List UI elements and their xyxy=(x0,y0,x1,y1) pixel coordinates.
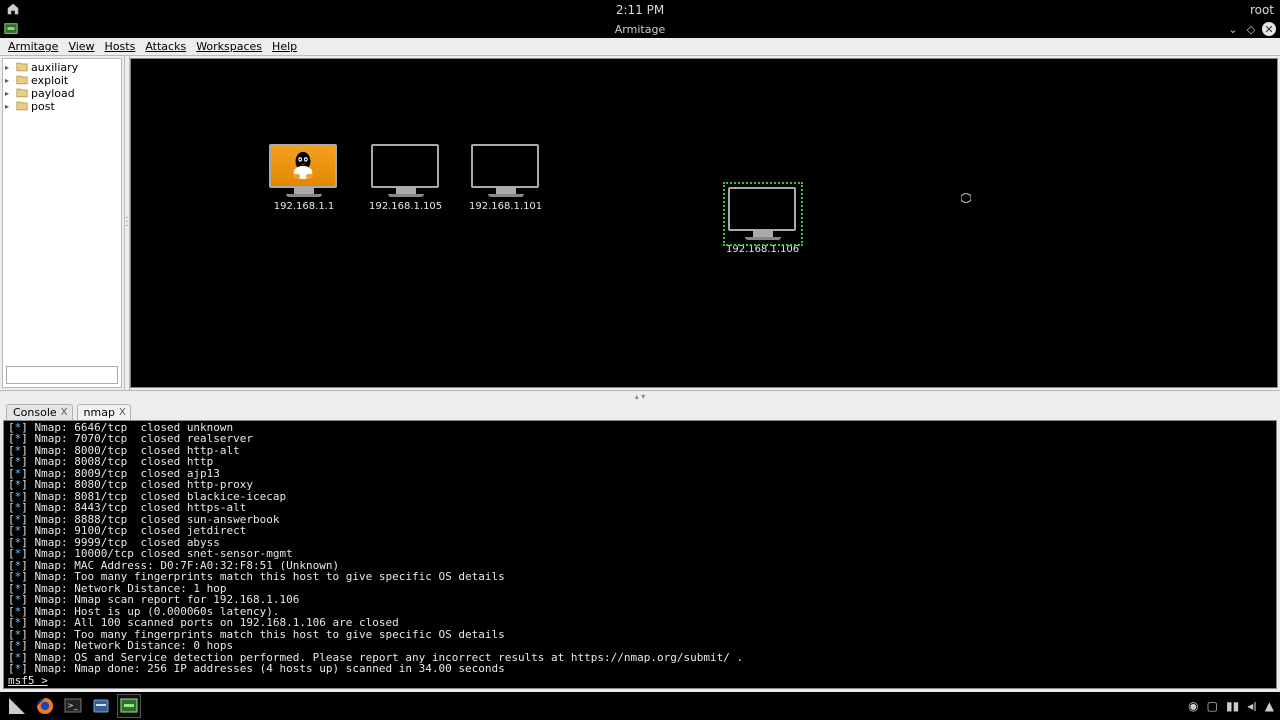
folder-icon xyxy=(16,74,28,88)
show-desktop-button[interactable] xyxy=(6,695,28,717)
tab-console[interactable]: Console X xyxy=(6,404,73,420)
window-titlebar[interactable]: Armitage ⌄ ◇ ✕ xyxy=(0,20,1280,38)
module-search-input[interactable] xyxy=(6,366,118,384)
tree-item-post[interactable]: ▸ post xyxy=(3,100,121,113)
host-canvas[interactable]: 192.168.1.1 192.168.1.105 192.168.1.101 192… xyxy=(130,58,1278,388)
files-launcher[interactable] xyxy=(90,695,112,717)
tab-label: Console xyxy=(13,406,57,419)
volume-tray-icon[interactable]: ◂׀ xyxy=(1247,699,1257,713)
host-node[interactable]: 192.168.1.105 xyxy=(369,144,442,212)
menu-attacks[interactable]: Attacks xyxy=(141,39,190,54)
tree-item-label: payload xyxy=(31,87,75,100)
host-monitor-icon xyxy=(728,187,798,241)
tux-icon xyxy=(289,150,317,183)
console-output[interactable]: [*] Nmap: Not shown: 87 filtered ports [… xyxy=(3,420,1277,689)
folder-icon xyxy=(16,100,28,114)
battery-tray-icon[interactable]: ▮▮ xyxy=(1226,699,1239,713)
armitage-task-button[interactable] xyxy=(118,695,140,717)
tree-expand-icon[interactable]: ▸ xyxy=(5,63,13,72)
host-ip-label: 192.168.1.106 xyxy=(726,244,799,255)
host-ip-label: 192.168.1.101 xyxy=(469,201,542,212)
tab-close-button[interactable]: X xyxy=(119,407,126,418)
vertical-splitter[interactable]: ▴ ▾ xyxy=(0,390,1280,402)
app-icon xyxy=(4,22,18,36)
updates-tray-icon[interactable]: ◉ xyxy=(1188,699,1198,713)
host-monitor-icon xyxy=(471,144,541,198)
console-pane: [*] Nmap: Not shown: 87 filtered ports [… xyxy=(0,420,1280,692)
tree-item-exploit[interactable]: ▸ exploit xyxy=(3,74,121,87)
host-node[interactable]: 192.168.1.101 xyxy=(469,144,542,212)
host-ip-label: 192.168.1.105 xyxy=(369,201,442,212)
firefox-launcher[interactable] xyxy=(34,695,56,717)
tab-label: nmap xyxy=(84,406,115,419)
tree-expand-icon[interactable]: ▸ xyxy=(5,76,13,85)
tree-item-auxiliary[interactable]: ▸ auxiliary xyxy=(3,61,121,74)
host-node[interactable]: 192.168.1.1 xyxy=(269,144,339,212)
hex-marker-icon xyxy=(961,193,971,203)
menu-help[interactable]: Help xyxy=(268,39,301,54)
display-tray-icon[interactable]: ▢ xyxy=(1207,699,1218,713)
host-monitor-icon xyxy=(371,144,441,198)
terminal-launcher[interactable]: >_ xyxy=(62,695,84,717)
tree-item-label: exploit xyxy=(31,74,68,87)
svg-text:>_: >_ xyxy=(67,701,79,710)
module-tree[interactable]: ▸ auxiliary ▸ exploit ▸ payload ▸ post xyxy=(3,59,121,363)
tree-item-payload[interactable]: ▸ payload xyxy=(3,87,121,100)
window-maximize-button[interactable]: ◇ xyxy=(1244,22,1258,36)
user-label[interactable]: root xyxy=(1250,3,1274,17)
menu-view[interactable]: View xyxy=(64,39,98,54)
tab-nmap[interactable]: nmap X xyxy=(77,404,131,420)
tree-expand-icon[interactable]: ▸ xyxy=(5,89,13,98)
host-ip-label: 192.168.1.1 xyxy=(274,201,334,212)
tree-expand-icon[interactable]: ▸ xyxy=(5,102,13,111)
notifications-tray-icon[interactable]: ▲ xyxy=(1265,699,1274,713)
tab-close-button[interactable]: X xyxy=(61,407,68,418)
tree-item-label: auxiliary xyxy=(31,61,78,74)
window-minimize-button[interactable]: ⌄ xyxy=(1226,22,1240,36)
window-title: Armitage xyxy=(615,23,665,36)
host-monitor-icon xyxy=(269,144,339,198)
module-sidebar: ▸ auxiliary ▸ exploit ▸ payload ▸ post xyxy=(2,58,122,388)
menu-hosts[interactable]: Hosts xyxy=(101,39,140,54)
host-node[interactable]: 192.168.1.106 xyxy=(726,187,799,255)
work-area: ▸auxiliary▸exploit▸payload▸post ··· 192.… xyxy=(0,56,1280,390)
tree-item-label: post xyxy=(31,100,55,113)
menu-armitage[interactable]: Armitage xyxy=(4,39,62,54)
console-tabs: Console Xnmap X xyxy=(0,402,1280,420)
folder-icon xyxy=(16,87,28,101)
menu-workspaces[interactable]: Workspaces xyxy=(192,39,266,54)
system-top-bar: 2:11 PM root xyxy=(0,0,1280,20)
places-icon[interactable] xyxy=(6,2,20,19)
menu-bar: Armitage View Hosts Attacks Workspaces H… xyxy=(0,38,1280,56)
desktop-taskbar: >_ ◉ ▢ ▮▮ ◂׀ ▲ xyxy=(0,692,1280,720)
clock[interactable]: 2:11 PM xyxy=(616,3,664,17)
folder-icon xyxy=(16,61,28,75)
splitter-grip-icon: ▴ ▾ xyxy=(635,392,646,401)
window-close-button[interactable]: ✕ xyxy=(1262,22,1276,36)
